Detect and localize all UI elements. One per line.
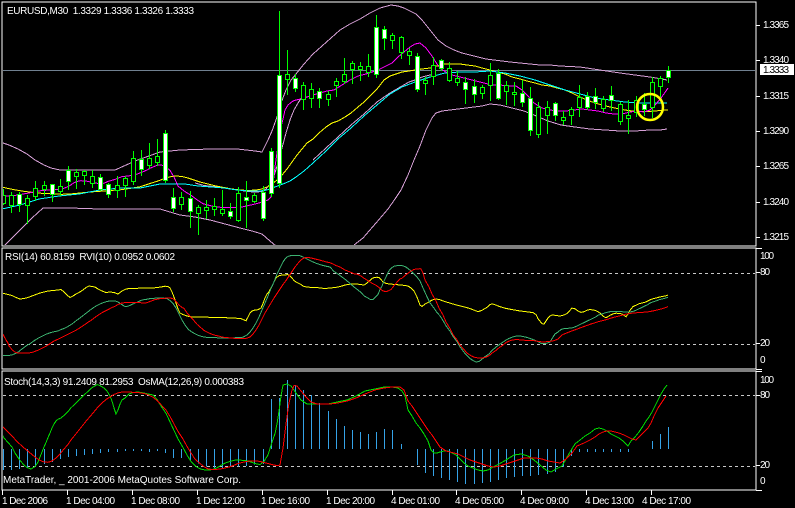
svg-text:Stoch(14,3,3) 91.2409 81.2953: Stoch(14,3,3) 91.2409 81.2953 OsMA(12,26… bbox=[4, 377, 244, 388]
svg-text:1 Dec 16:00: 1 Dec 16:00 bbox=[261, 496, 310, 507]
svg-text:MetaTrader, _ 2001-2006 MetaQu: MetaTrader, _ 2001-2006 MetaQuotes Softw… bbox=[3, 475, 241, 486]
svg-text:4 Dec 13:00: 4 Dec 13:00 bbox=[585, 496, 634, 507]
svg-text:1.3333: 1.3333 bbox=[763, 65, 789, 76]
svg-text:4 Dec 09:00: 4 Dec 09:00 bbox=[520, 496, 569, 507]
svg-text:1.3215: 1.3215 bbox=[763, 232, 789, 243]
svg-text:1.3240: 1.3240 bbox=[763, 197, 789, 208]
svg-text:4 Dec 05:00: 4 Dec 05:00 bbox=[455, 496, 504, 507]
svg-text:1 Dec 2006: 1 Dec 2006 bbox=[2, 496, 48, 507]
svg-text:100: 100 bbox=[760, 251, 774, 262]
svg-text:1 Dec 12:00: 1 Dec 12:00 bbox=[196, 496, 245, 507]
svg-text:4 Dec 01:00: 4 Dec 01:00 bbox=[391, 496, 440, 507]
svg-text:20: 20 bbox=[760, 460, 770, 471]
svg-text:1.3290: 1.3290 bbox=[763, 126, 789, 137]
svg-text:1 Dec 20:00: 1 Dec 20:00 bbox=[326, 496, 375, 507]
svg-text:0: 0 bbox=[760, 355, 766, 366]
svg-text:EURUSD,M30 1.3329 1.3336 1.33: EURUSD,M30 1.3329 1.3336 1.3326 1.3333 bbox=[7, 6, 194, 17]
svg-text:0: 0 bbox=[760, 476, 766, 487]
svg-text:80: 80 bbox=[760, 390, 770, 401]
svg-text:80: 80 bbox=[760, 267, 770, 278]
svg-text:1 Dec 08:00: 1 Dec 08:00 bbox=[131, 496, 180, 507]
svg-text:1.3315: 1.3315 bbox=[763, 91, 789, 102]
svg-text:4 Dec 17:00: 4 Dec 17:00 bbox=[642, 496, 691, 507]
svg-text:20: 20 bbox=[760, 338, 770, 349]
svg-text:1.3265: 1.3265 bbox=[763, 161, 789, 172]
svg-text:100: 100 bbox=[760, 375, 774, 386]
svg-text:RSI(14) 60.8159 RVI(10) 0.095: RSI(14) 60.8159 RVI(10) 0.0952 0.0602 bbox=[5, 252, 175, 263]
svg-text:1.3365: 1.3365 bbox=[763, 20, 789, 31]
svg-text:1 Dec 04:00: 1 Dec 04:00 bbox=[66, 496, 115, 507]
